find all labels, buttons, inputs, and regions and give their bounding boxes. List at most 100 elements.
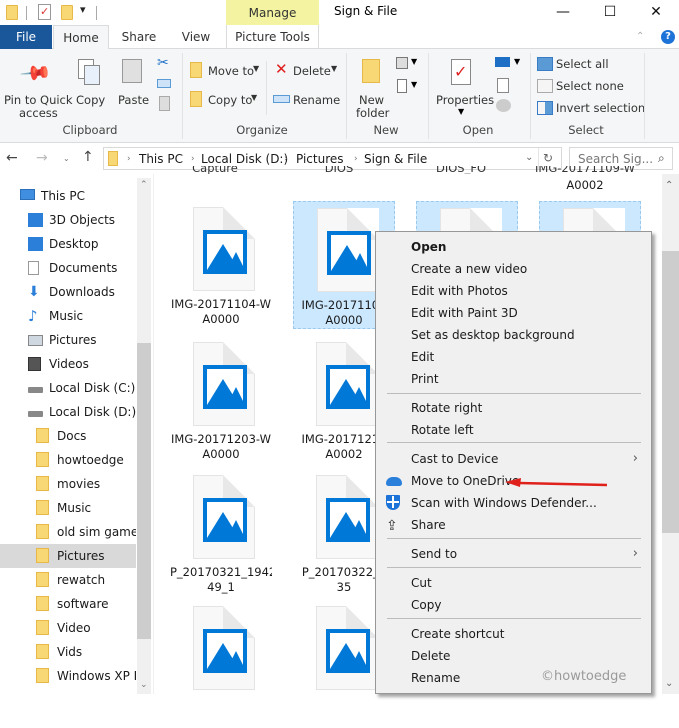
tab-view[interactable]: View [170, 25, 222, 49]
context-menu-item-share[interactable]: ⇪ Share [377, 514, 650, 536]
forward-button[interactable]: → [36, 150, 48, 166]
context-menu-item-create-a-new-video[interactable]: Create a new video [377, 258, 650, 280]
copy-to-icon [190, 91, 202, 107]
nav-item[interactable]: Vids [0, 640, 136, 664]
nav-item[interactable]: movies [0, 472, 136, 496]
nav-item[interactable]: old sim game [0, 520, 136, 544]
breadcrumb-separator: › [354, 154, 358, 164]
up-button[interactable]: ↑ [82, 149, 94, 165]
context-menu-item-set-as-desktop-background[interactable]: Set as desktop background [377, 324, 650, 346]
nav-item-label: rewatch [57, 573, 106, 587]
cut-icon[interactable]: ✂ [157, 55, 169, 71]
scroll-up-arrow[interactable]: ⌃ [140, 180, 148, 190]
folder-icon [36, 428, 49, 443]
nav-scrollbar-thumb[interactable] [137, 343, 151, 639]
tab-home[interactable]: Home [53, 25, 109, 50]
nav-item[interactable]: Music [0, 496, 136, 520]
context-menu-item-rotate-left[interactable]: Rotate left [377, 419, 650, 441]
nav-item[interactable]: Docs [0, 424, 136, 448]
scroll-down-arrow[interactable]: ⌄ [140, 680, 148, 690]
context-menu-item-create-shortcut[interactable]: Create shortcut [377, 623, 650, 645]
copy-button[interactable]: Copy [73, 53, 107, 109]
context-menu-item-cut[interactable]: Cut [377, 572, 650, 594]
recent-locations-button[interactable]: ⌄ [63, 154, 70, 163]
collapse-ribbon-icon[interactable]: ⌃ [636, 31, 644, 42]
file-item[interactable]: IMG-20171203-W A0000 [170, 336, 272, 464]
nav-item[interactable]: ⬇ Downloads [0, 280, 136, 304]
new-item-icon[interactable] [396, 57, 408, 69]
context-menu-item-delete[interactable]: Delete [377, 645, 650, 667]
breadcrumb-sign-and-file[interactable]: Sign & File [364, 152, 427, 166]
image-file-icon [193, 475, 255, 559]
maximize-button[interactable]: ☐ [587, 0, 633, 25]
breadcrumb-pictures[interactable]: Pictures [296, 152, 344, 166]
context-menu-item-copy[interactable]: Copy [377, 594, 650, 616]
help-icon[interactable]: ? [661, 30, 675, 44]
nav-item[interactable]: Video [0, 616, 136, 640]
address-dropdown-icon[interactable]: ⌄ [525, 152, 533, 163]
file-name: P_20170321_1942 49_1 [170, 565, 272, 594]
properties-button[interactable]: ✓ Properties ▼ [434, 53, 494, 121]
properties-qat-icon[interactable]: ✓ [38, 4, 51, 20]
open-icon[interactable] [495, 57, 510, 67]
easy-access-icon[interactable] [397, 79, 407, 93]
nav-item-label: Windows XP Pr [57, 669, 136, 683]
nav-item[interactable]: Local Disk (D:) [0, 400, 136, 424]
file-item[interactable] [170, 600, 272, 728]
back-button[interactable]: ← [6, 150, 18, 166]
new-folder-button[interactable]: New folder [352, 53, 392, 121]
main-scroll-up-arrow[interactable]: ⌃ [665, 180, 673, 191]
new-folder-label: New [359, 93, 385, 107]
file-item[interactable]: IMG-20171104-W A0000 [170, 201, 272, 329]
refresh-icon[interactable]: ↻ [543, 151, 553, 165]
nav-item[interactable]: rewatch [0, 568, 136, 592]
nav-item[interactable]: Local Disk (C:) [0, 376, 136, 400]
context-menu-item-cast-to-device[interactable]: Cast to Device › [377, 448, 650, 470]
tab-picture-tools[interactable]: Picture Tools [226, 25, 319, 49]
tab-manage[interactable]: Manage [226, 0, 319, 25]
folder-icon [108, 151, 118, 166]
select-all-icon [537, 57, 553, 71]
nav-item[interactable]: software [0, 592, 136, 616]
pin-to-quick-access-button[interactable]: 📌 Pin to Quick access [2, 53, 73, 123]
minimize-button[interactable]: — [540, 0, 586, 25]
edit-icon[interactable] [497, 78, 509, 93]
tab-share[interactable]: Share [113, 25, 165, 49]
nav-item[interactable]: Windows XP Pr [0, 664, 136, 688]
context-menu-item-edit[interactable]: Edit [377, 346, 650, 368]
main-scrollbar-thumb[interactable] [662, 251, 679, 533]
nav-item[interactable]: Pictures [0, 328, 136, 352]
nav-item[interactable]: howtoedge [0, 448, 136, 472]
nav-item[interactable]: ♪ Music [0, 304, 136, 328]
copy-path-icon[interactable] [157, 79, 171, 88]
nav-item[interactable]: This PC [0, 184, 136, 208]
customize-qat-icon[interactable]: ▾ [80, 3, 86, 16]
nav-item-label: Vids [57, 645, 83, 659]
new-folder-qat-icon[interactable] [61, 5, 73, 20]
main-scroll-down-arrow[interactable]: ⌄ [665, 678, 673, 689]
nav-item[interactable]: Videos [0, 352, 136, 376]
paste-button[interactable]: Paste [114, 53, 150, 109]
context-menu-item-print[interactable]: Print [377, 368, 650, 390]
context-menu-label: Share [411, 518, 446, 532]
file-item[interactable]: P_20170321_1942 49_1 [170, 469, 272, 597]
paste-shortcut-icon[interactable] [159, 96, 170, 111]
context-menu-label: Send to [411, 547, 458, 561]
context-menu-item-open[interactable]: Open [377, 236, 650, 258]
nav-item[interactable]: Documents [0, 256, 136, 280]
menu-separator [387, 567, 641, 568]
close-button[interactable]: ✕ [633, 0, 679, 25]
onedrive-icon [386, 477, 402, 486]
nav-item[interactable]: Desktop [0, 232, 136, 256]
context-menu-item-edit-with-photos[interactable]: Edit with Photos [377, 280, 650, 302]
breadcrumb-this-pc[interactable]: This PC [139, 152, 183, 166]
context-menu-item-edit-with-paint-3d[interactable]: Edit with Paint 3D [377, 302, 650, 324]
context-menu-item-rotate-right[interactable]: Rotate right [377, 397, 650, 419]
nav-item[interactable]: Pictures [0, 544, 136, 568]
context-menu-item-scan-with-windows-defender[interactable]: Scan with Windows Defender... [377, 492, 650, 514]
history-icon[interactable] [496, 99, 511, 112]
breadcrumb-local-disk-d[interactable]: Local Disk (D:) [201, 152, 288, 166]
tab-file[interactable]: File [0, 25, 52, 49]
nav-item[interactable]: 3D Objects [0, 208, 136, 232]
context-menu-item-send-to[interactable]: Send to › [377, 543, 650, 565]
